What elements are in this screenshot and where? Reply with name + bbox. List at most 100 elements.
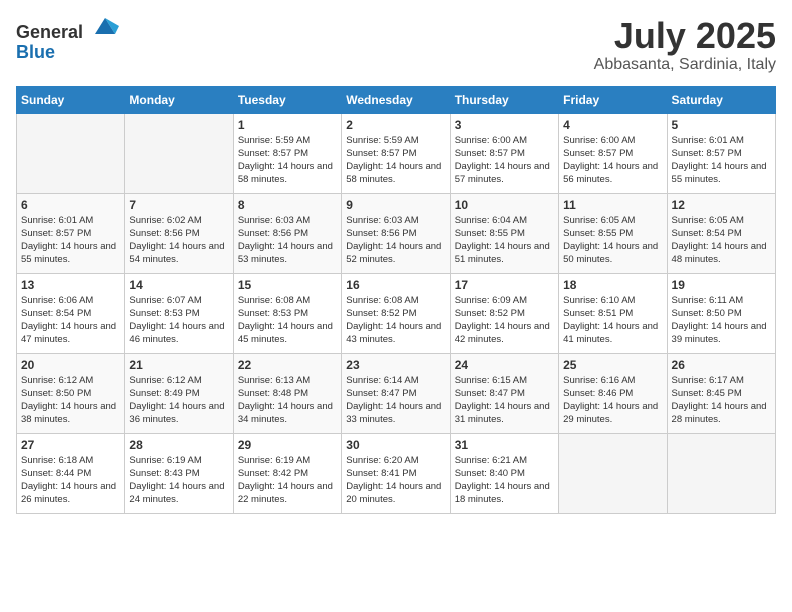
calendar-header-row: SundayMondayTuesdayWednesdayThursdayFrid… bbox=[17, 86, 776, 113]
day-info: Sunrise: 6:17 AM Sunset: 8:45 PM Dayligh… bbox=[672, 374, 771, 427]
day-number: 30 bbox=[346, 438, 445, 452]
day-info: Sunrise: 6:13 AM Sunset: 8:48 PM Dayligh… bbox=[238, 374, 337, 427]
day-number: 3 bbox=[455, 118, 554, 132]
day-info: Sunrise: 6:21 AM Sunset: 8:40 PM Dayligh… bbox=[455, 454, 554, 507]
day-number: 20 bbox=[21, 358, 120, 372]
calendar-week-5: 27Sunrise: 6:18 AM Sunset: 8:44 PM Dayli… bbox=[17, 433, 776, 513]
calendar-cell: 18 Sunrise: 6:10 AM Sunset: 8:51 PM Dayli… bbox=[559, 273, 667, 353]
calendar-week-4: 20Sunrise: 6:12 AM Sunset: 8:50 PM Dayli… bbox=[17, 353, 776, 433]
day-number: 19 bbox=[672, 278, 771, 292]
day-number: 13 bbox=[21, 278, 120, 292]
day-info: Sunrise: 6:16 AM Sunset: 8:46 PM Dayligh… bbox=[563, 374, 662, 427]
calendar-cell: 20Sunrise: 6:12 AM Sunset: 8:50 PM Dayli… bbox=[17, 353, 125, 433]
calendar-cell: 2 Sunrise: 5:59 AM Sunset: 8:57 PM Daylig… bbox=[342, 113, 450, 193]
day-info: Sunrise: 6:10 AM Sunset: 8:51 PM Dayligh… bbox=[563, 294, 662, 347]
day-info: Sunrise: 5:59 AM Sunset: 8:57 PM Dayligh… bbox=[346, 134, 445, 187]
logo-icon bbox=[91, 10, 119, 38]
day-header-tuesday: Tuesday bbox=[233, 86, 341, 113]
logo: General Blue bbox=[16, 16, 119, 63]
title-area: July 2025 Abbasanta, Sardinia, Italy bbox=[594, 16, 776, 74]
day-number: 9 bbox=[346, 198, 445, 212]
calendar-cell: 23 Sunrise: 6:14 AM Sunset: 8:47 PM Dayli… bbox=[342, 353, 450, 433]
day-info: Sunrise: 6:08 AM Sunset: 8:53 PM Dayligh… bbox=[238, 294, 337, 347]
month-title: July 2025 bbox=[594, 16, 776, 56]
day-number: 6 bbox=[21, 198, 120, 212]
calendar-cell bbox=[667, 433, 775, 513]
day-info: Sunrise: 6:04 AM Sunset: 8:55 PM Dayligh… bbox=[455, 214, 554, 267]
calendar-cell: 30Sunrise: 6:20 AM Sunset: 8:41 PM Dayli… bbox=[342, 433, 450, 513]
calendar-cell: 4 Sunrise: 6:00 AM Sunset: 8:57 PM Daylig… bbox=[559, 113, 667, 193]
calendar-cell: 19Sunrise: 6:11 AM Sunset: 8:50 PM Dayli… bbox=[667, 273, 775, 353]
day-info: Sunrise: 6:08 AM Sunset: 8:52 PM Dayligh… bbox=[346, 294, 445, 347]
day-number: 12 bbox=[672, 198, 771, 212]
calendar-week-2: 6 Sunrise: 6:01 AM Sunset: 8:57 PM Daylig… bbox=[17, 193, 776, 273]
day-info: Sunrise: 6:05 AM Sunset: 8:54 PM Dayligh… bbox=[672, 214, 771, 267]
calendar-cell: 5Sunrise: 6:01 AM Sunset: 8:57 PM Daylig… bbox=[667, 113, 775, 193]
day-info: Sunrise: 6:05 AM Sunset: 8:55 PM Dayligh… bbox=[563, 214, 662, 267]
day-number: 4 bbox=[563, 118, 662, 132]
day-info: Sunrise: 6:06 AM Sunset: 8:54 PM Dayligh… bbox=[21, 294, 120, 347]
day-info: Sunrise: 6:02 AM Sunset: 8:56 PM Dayligh… bbox=[129, 214, 228, 267]
calendar-cell: 1 Sunrise: 5:59 AM Sunset: 8:57 PM Daylig… bbox=[233, 113, 341, 193]
day-info: Sunrise: 6:18 AM Sunset: 8:44 PM Dayligh… bbox=[21, 454, 120, 507]
day-number: 14 bbox=[129, 278, 228, 292]
day-header-saturday: Saturday bbox=[667, 86, 775, 113]
calendar-cell: 28Sunrise: 6:19 AM Sunset: 8:43 PM Dayli… bbox=[125, 433, 233, 513]
calendar-cell: 11 Sunrise: 6:05 AM Sunset: 8:55 PM Dayli… bbox=[559, 193, 667, 273]
day-info: Sunrise: 6:14 AM Sunset: 8:47 PM Dayligh… bbox=[346, 374, 445, 427]
calendar-week-3: 13 Sunrise: 6:06 AM Sunset: 8:54 PM Dayli… bbox=[17, 273, 776, 353]
day-number: 29 bbox=[238, 438, 337, 452]
day-info: Sunrise: 6:12 AM Sunset: 8:49 PM Dayligh… bbox=[129, 374, 228, 427]
day-number: 23 bbox=[346, 358, 445, 372]
day-info: Sunrise: 5:59 AM Sunset: 8:57 PM Dayligh… bbox=[238, 134, 337, 187]
day-header-wednesday: Wednesday bbox=[342, 86, 450, 113]
calendar-cell: 29Sunrise: 6:19 AM Sunset: 8:42 PM Dayli… bbox=[233, 433, 341, 513]
calendar-cell: 27Sunrise: 6:18 AM Sunset: 8:44 PM Dayli… bbox=[17, 433, 125, 513]
day-number: 8 bbox=[238, 198, 337, 212]
day-number: 24 bbox=[455, 358, 554, 372]
day-number: 7 bbox=[129, 198, 228, 212]
location-subtitle: Abbasanta, Sardinia, Italy bbox=[594, 56, 776, 74]
logo-general: General bbox=[16, 22, 83, 42]
day-number: 15 bbox=[238, 278, 337, 292]
day-number: 26 bbox=[672, 358, 771, 372]
calendar-cell: 14Sunrise: 6:07 AM Sunset: 8:53 PM Dayli… bbox=[125, 273, 233, 353]
calendar-cell: 16 Sunrise: 6:08 AM Sunset: 8:52 PM Dayli… bbox=[342, 273, 450, 353]
day-info: Sunrise: 6:00 AM Sunset: 8:57 PM Dayligh… bbox=[455, 134, 554, 187]
calendar-cell: 7 Sunrise: 6:02 AM Sunset: 8:56 PM Daylig… bbox=[125, 193, 233, 273]
day-number: 10 bbox=[455, 198, 554, 212]
day-number: 22 bbox=[238, 358, 337, 372]
day-number: 25 bbox=[563, 358, 662, 372]
day-number: 2 bbox=[346, 118, 445, 132]
calendar-table: SundayMondayTuesdayWednesdayThursdayFrid… bbox=[16, 86, 776, 514]
calendar-cell: 6 Sunrise: 6:01 AM Sunset: 8:57 PM Daylig… bbox=[17, 193, 125, 273]
calendar-cell: 21Sunrise: 6:12 AM Sunset: 8:49 PM Dayli… bbox=[125, 353, 233, 433]
calendar-cell: 8Sunrise: 6:03 AM Sunset: 8:56 PM Daylig… bbox=[233, 193, 341, 273]
calendar-cell: 24 Sunrise: 6:15 AM Sunset: 8:47 PM Dayli… bbox=[450, 353, 558, 433]
day-number: 31 bbox=[455, 438, 554, 452]
day-info: Sunrise: 6:19 AM Sunset: 8:43 PM Dayligh… bbox=[129, 454, 228, 507]
calendar-cell: 31 Sunrise: 6:21 AM Sunset: 8:40 PM Dayli… bbox=[450, 433, 558, 513]
page-header: General Blue July 2025 Abbasanta, Sardin… bbox=[16, 16, 776, 74]
day-info: Sunrise: 6:15 AM Sunset: 8:47 PM Dayligh… bbox=[455, 374, 554, 427]
day-number: 18 bbox=[563, 278, 662, 292]
logo-blue: Blue bbox=[16, 42, 55, 62]
calendar-cell bbox=[559, 433, 667, 513]
day-number: 16 bbox=[346, 278, 445, 292]
day-header-monday: Monday bbox=[125, 86, 233, 113]
day-number: 1 bbox=[238, 118, 337, 132]
day-header-sunday: Sunday bbox=[17, 86, 125, 113]
day-header-thursday: Thursday bbox=[450, 86, 558, 113]
calendar-week-1: 1 Sunrise: 5:59 AM Sunset: 8:57 PM Daylig… bbox=[17, 113, 776, 193]
calendar-cell: 22 Sunrise: 6:13 AM Sunset: 8:48 PM Dayli… bbox=[233, 353, 341, 433]
day-info: Sunrise: 6:03 AM Sunset: 8:56 PM Dayligh… bbox=[346, 214, 445, 267]
calendar-cell: 9 Sunrise: 6:03 AM Sunset: 8:56 PM Daylig… bbox=[342, 193, 450, 273]
day-number: 11 bbox=[563, 198, 662, 212]
calendar-cell: 3 Sunrise: 6:00 AM Sunset: 8:57 PM Daylig… bbox=[450, 113, 558, 193]
calendar-cell: 12 Sunrise: 6:05 AM Sunset: 8:54 PM Dayli… bbox=[667, 193, 775, 273]
day-info: Sunrise: 6:01 AM Sunset: 8:57 PM Dayligh… bbox=[21, 214, 120, 267]
calendar-cell: 25 Sunrise: 6:16 AM Sunset: 8:46 PM Dayli… bbox=[559, 353, 667, 433]
calendar-cell bbox=[125, 113, 233, 193]
day-info: Sunrise: 6:01 AM Sunset: 8:57 PM Dayligh… bbox=[672, 134, 771, 187]
day-info: Sunrise: 6:00 AM Sunset: 8:57 PM Dayligh… bbox=[563, 134, 662, 187]
